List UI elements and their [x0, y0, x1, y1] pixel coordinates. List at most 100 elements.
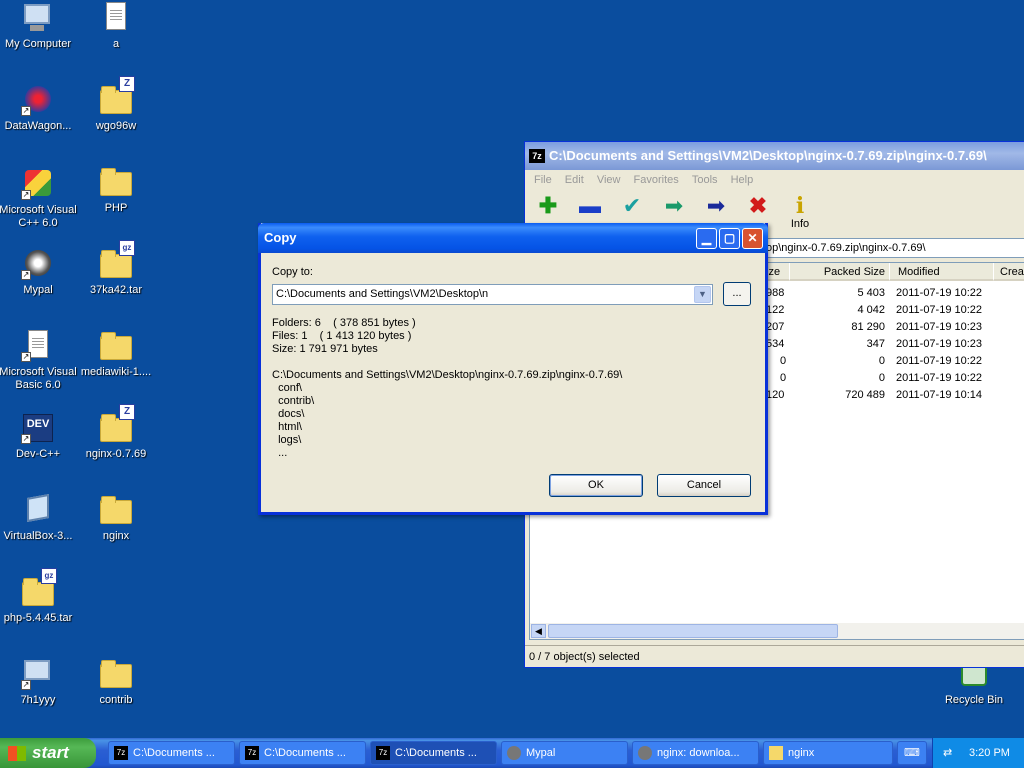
desktop-icon-label: a: [112, 38, 120, 50]
desktop-icon-label: nginx-0.7.69: [85, 448, 147, 460]
desktop-icon-label: mediawiki-1....: [80, 366, 152, 378]
column-header-modified[interactable]: Modified: [889, 263, 993, 281]
visual-basic-icon: ↗: [21, 330, 55, 362]
taskbar-item-7zip-1[interactable]: 7z C:\Documents ...: [108, 741, 235, 765]
taskbar-item-nginx-download[interactable]: nginx: downloa...: [632, 741, 759, 765]
mypal-icon: [638, 746, 652, 760]
taskbar-item-mypal[interactable]: Mypal: [501, 741, 628, 765]
copy-dialog[interactable]: Copy ▁ ▢ ✕ Copy to: C:\Documents and Set…: [258, 223, 768, 515]
menu-edit[interactable]: Edit: [565, 174, 584, 186]
folder-icon: [99, 330, 133, 362]
delete-button[interactable]: ✖: [739, 194, 777, 218]
menu-tools[interactable]: Tools: [692, 174, 718, 186]
network-icon[interactable]: ⇄: [943, 738, 952, 768]
windows-logo-icon: [8, 746, 26, 761]
move-arrow-icon: ➡: [706, 193, 726, 218]
desktop-icon-contrib[interactable]: contrib: [75, 658, 157, 707]
desktop-icon-label: wgo96w: [95, 120, 137, 132]
desktop-icon-wgo96w[interactable]: Z wgo96w: [75, 76, 157, 133]
browse-button[interactable]: ...: [723, 282, 751, 306]
cancel-button[interactable]: Cancel: [657, 474, 751, 497]
test-button[interactable]: ✔: [613, 194, 651, 218]
mypal-icon: [507, 746, 521, 760]
copy-summary: Folders: 6 ( 378 851 bytes ) Files: 1 ( …: [272, 317, 416, 355]
taskbar: start 7z C:\Documents ... 7z C:\Documents …: [0, 738, 1024, 768]
taskbar-item-7zip-2[interactable]: 7z C:\Documents ...: [239, 741, 366, 765]
desktop-icon-37ka42[interactable]: gz 37ka42.tar: [75, 240, 157, 297]
horizontal-scrollbar[interactable]: ◀: [530, 623, 1024, 639]
installer-icon: ↗: [21, 658, 55, 690]
desktop-icon-virtualbox[interactable]: VirtualBox-3...: [0, 494, 79, 543]
desktop-icon-label: Mypal: [23, 284, 53, 296]
virtualbox-icon: [21, 494, 55, 526]
menu-bar: File Edit View Favorites Tools Help: [525, 170, 1024, 190]
desktop-icon-label: PHP: [104, 202, 128, 214]
address-bar[interactable]: op\nginx-0.7.69.zip\nginx-0.7.69\: [763, 238, 1024, 258]
dialog-title-bar[interactable]: Copy ▁ ▢ ✕: [258, 223, 768, 253]
menu-file[interactable]: File: [534, 174, 552, 186]
maximize-button[interactable]: ▢: [719, 228, 740, 249]
system-tray: ⇄ 3:20 PM: [932, 738, 1024, 768]
menu-help[interactable]: Help: [731, 174, 754, 186]
desktop-icon-7h1yyy[interactable]: ↗ 7h1yyy: [0, 658, 79, 707]
check-icon: ✔: [622, 193, 642, 218]
info-icon: i: [795, 193, 805, 219]
keyboard-layout-button[interactable]: ⌨: [897, 741, 927, 765]
visual-cpp-icon: ↗: [21, 168, 55, 200]
desktop-icon-php-tar[interactable]: gz php-5.4.45.tar: [0, 568, 79, 625]
desktop-icon-nginx[interactable]: nginx: [75, 494, 157, 543]
desktop-icon-nginx-zip[interactable]: Z nginx-0.7.69: [75, 404, 157, 461]
column-header-packed-size[interactable]: Packed Size: [789, 263, 889, 281]
info-button[interactable]: i Info: [781, 194, 819, 230]
desktop-icon-label: DataWagon...: [4, 120, 72, 132]
desktop-icon-label: VirtualBox-3...: [3, 530, 73, 542]
desktop-icon-label: Recycle Bin: [944, 694, 1004, 706]
taskbar-item-nginx-folder[interactable]: nginx: [763, 741, 893, 765]
desktop-icon-datawagon[interactable]: ↗ DataWagon...: [0, 84, 79, 133]
source-paths: C:\Documents and Settings\VM2\Desktop\ng…: [272, 369, 623, 459]
desktop-icon-label: Microsoft Visual Basic 6.0: [0, 366, 77, 391]
window-title-bar[interactable]: 7z C:\Documents and Settings\VM2\Desktop…: [525, 142, 1024, 170]
desktop-icon-msvc[interactable]: ↗ Microsoft Visual C++ 6.0: [0, 168, 79, 230]
datawagon-icon: ↗: [21, 84, 55, 116]
text-document-icon: [99, 2, 133, 34]
desktop-icon-mediawiki[interactable]: mediawiki-1....: [75, 330, 157, 379]
move-button[interactable]: ➡: [697, 194, 735, 218]
desktop-icon-msvb[interactable]: ↗ Microsoft Visual Basic 6.0: [0, 330, 79, 392]
taskbar-item-7zip-3[interactable]: 7z C:\Documents ...: [370, 741, 497, 765]
folder-icon: [769, 746, 783, 760]
menu-view[interactable]: View: [597, 174, 621, 186]
desktop-icon-label: 7h1yyy: [20, 694, 56, 706]
desktop-icon-my-computer[interactable]: My Computer: [0, 2, 79, 51]
column-header-created[interactable]: Creat: [993, 263, 1024, 281]
minimize-button[interactable]: ▁: [696, 228, 717, 249]
clock[interactable]: 3:20 PM: [969, 747, 1010, 759]
folder-icon: [99, 658, 133, 690]
maximize-icon: ▢: [723, 231, 736, 245]
my-computer-icon: [21, 2, 55, 34]
desktop-icon-devcpp[interactable]: DEV ↗ Dev-C++: [0, 412, 79, 461]
devcpp-icon: DEV ↗: [21, 412, 55, 444]
close-button[interactable]: ✕: [742, 228, 763, 249]
minus-icon: ▬: [579, 193, 601, 218]
desktop-icon-label: Microsoft Visual C++ 6.0: [0, 204, 77, 229]
start-button[interactable]: start: [0, 738, 96, 768]
desktop-icon-php[interactable]: PHP: [75, 166, 157, 215]
scrollbar-thumb[interactable]: [548, 624, 838, 638]
menu-favorites[interactable]: Favorites: [634, 174, 679, 186]
minimize-icon: ▁: [701, 231, 712, 245]
desktop-icon-label: nginx: [102, 530, 130, 542]
gz-archive-icon: gz: [99, 240, 135, 280]
copy-button[interactable]: ➡: [655, 194, 693, 218]
seven-zip-icon: 7z: [114, 746, 128, 760]
desktop-icon-mypal[interactable]: ↗ Mypal: [0, 248, 79, 297]
desktop-icon-a[interactable]: a: [75, 2, 157, 51]
chevron-down-icon[interactable]: ▼: [694, 286, 711, 303]
extract-button[interactable]: ▬: [571, 194, 609, 218]
scroll-left-arrow-icon[interactable]: ◀: [531, 624, 546, 638]
add-button[interactable]: ✚: [529, 194, 567, 218]
desktop-icon-label: contrib: [99, 694, 133, 706]
folder-icon: [99, 494, 133, 526]
ok-button[interactable]: OK: [549, 474, 643, 497]
destination-combobox[interactable]: C:\Documents and Settings\VM2\Desktop\n …: [272, 284, 713, 305]
